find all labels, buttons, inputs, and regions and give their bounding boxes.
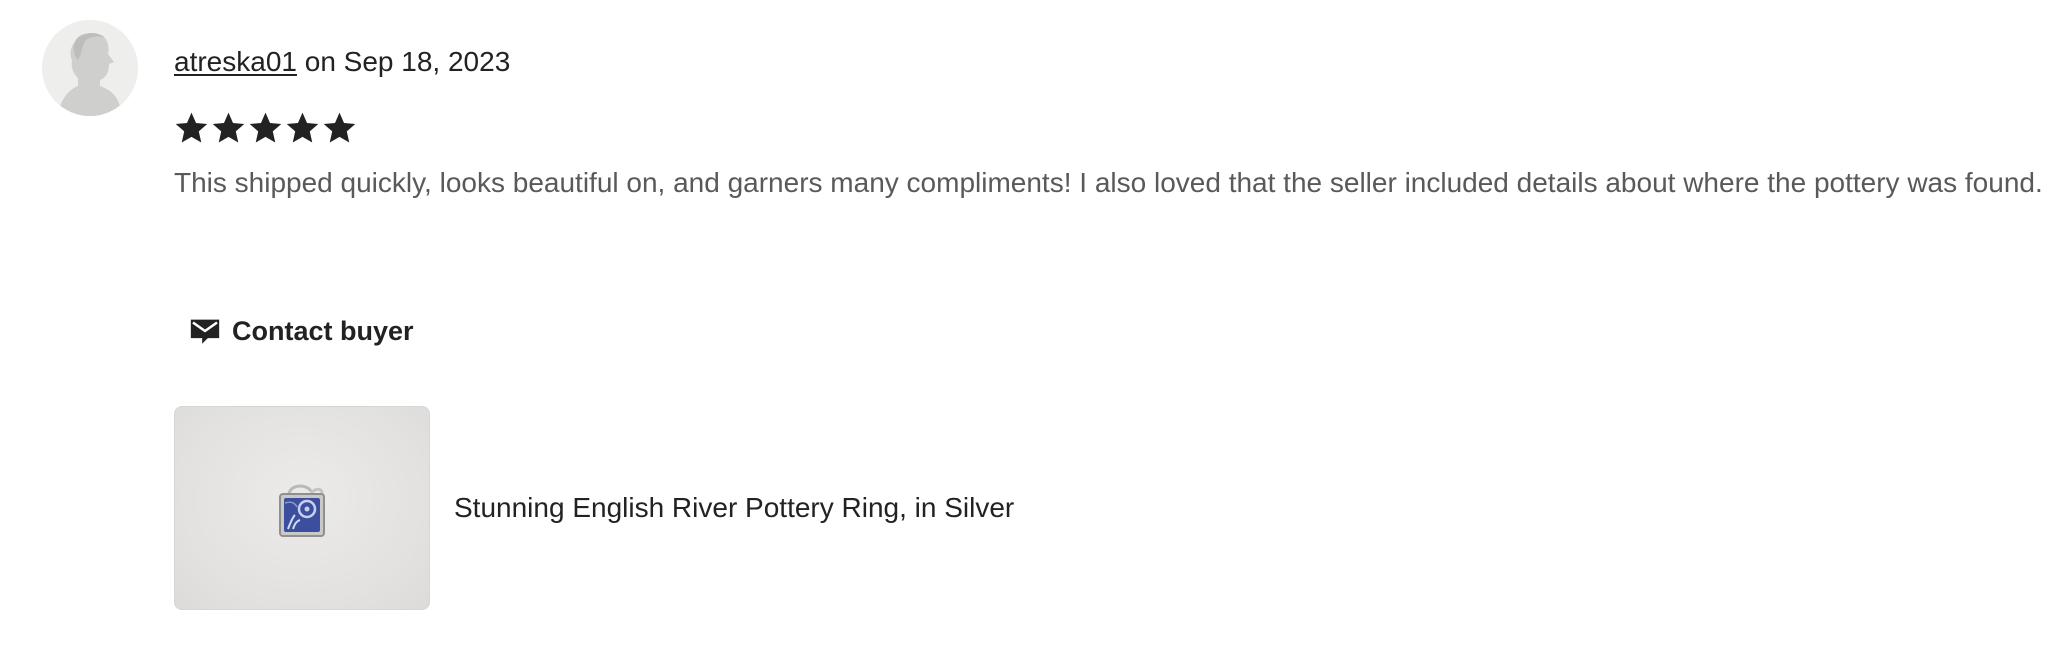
default-user-avatar-icon (42, 20, 138, 116)
star-icon (212, 112, 245, 143)
review-author-link[interactable]: atreska01 (174, 46, 297, 77)
avatar[interactable] (42, 20, 138, 116)
star-icon (323, 112, 356, 143)
review-meta: atreska01 on Sep 18, 2023 (174, 44, 510, 80)
star-icon (249, 112, 282, 143)
listing-thumbnail[interactable] (174, 406, 430, 610)
review-date: on Sep 18, 2023 (296, 46, 511, 77)
listing-link[interactable]: Stunning English River Pottery Ring, in … (174, 406, 1014, 610)
star-icon (175, 112, 208, 143)
contact-buyer-button[interactable]: Contact buyer (188, 314, 414, 348)
star-icon (286, 112, 319, 143)
listing-title[interactable]: Stunning English River Pottery Ring, in … (454, 492, 1014, 524)
star-rating (174, 110, 357, 145)
review-text: This shipped quickly, looks beautiful on… (174, 167, 2043, 198)
envelope-message-icon (190, 319, 220, 344)
contact-buyer-label: Contact buyer (232, 315, 414, 346)
pottery-ring-image (279, 484, 325, 537)
review-card: atreska01 on Sep 18, 2023 This shipped q… (0, 0, 2072, 650)
